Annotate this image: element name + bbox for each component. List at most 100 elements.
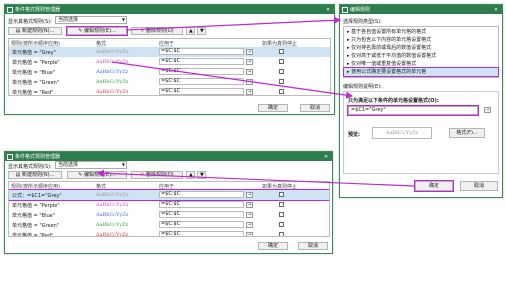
stop-if-true-checkbox[interactable] (279, 222, 284, 227)
applies-to-field[interactable]: =$C:$C (159, 48, 244, 55)
title-bar[interactable]: 编辑规则 ✕ (340, 5, 502, 14)
table-row[interactable]: 单元格值 = "Perple" AaBbCcYyZz =$C:$C ⬏ (9, 57, 330, 67)
applies-to-field[interactable]: =$C:$C (159, 88, 244, 95)
table-row[interactable]: 单元格值 = "Blue" AaBbCcYyZz =$C:$C ⬏ (9, 67, 330, 77)
arrow-up-icon: ▲ (189, 172, 193, 178)
rule-cell: 单元格值 = "Red" (12, 233, 54, 237)
format-sample: AaBbCcYyZz (96, 59, 129, 65)
format-sample: AaBbCcYyZz (96, 212, 129, 218)
stop-if-true-checkbox[interactable] (279, 202, 284, 207)
rule-type-item[interactable]: ▸ 仅对高于或低于平均值的数值设置格式 (344, 52, 498, 60)
stop-if-true-checkbox[interactable] (279, 49, 284, 54)
range-picker-icon[interactable]: ⬏ (246, 192, 253, 198)
applies-to-field[interactable]: =$C:$C (159, 221, 244, 228)
col-format-header: 格式 (96, 184, 107, 190)
range-picker-icon[interactable]: ⬏ (246, 222, 253, 228)
move-up-button[interactable]: ▲ (186, 27, 195, 35)
stop-if-true-checkbox[interactable] (279, 212, 284, 217)
formula-input[interactable]: =$C1="Grey" (347, 105, 479, 116)
table-row[interactable]: 单元格值 = "Grey" AaBbCcYyZz =$C:$C ⬏ (9, 47, 330, 57)
applies-to-field[interactable]: =$C:$C (159, 58, 244, 65)
move-up-button[interactable]: ▲ (186, 171, 195, 179)
close-icon[interactable]: ✕ (322, 154, 330, 160)
show-rules-value: 当前选择 (58, 17, 79, 23)
stop-if-true-checkbox[interactable] (279, 69, 284, 74)
rules-rows: 单元格值 = "Grey" AaBbCcYyZz =$C:$C ⬏ 单元格值 = "Pe… (9, 47, 330, 95)
rule-type-item[interactable]: ▸ 基于各自值设置所有单元格的格式 (344, 28, 498, 36)
close-icon[interactable]: ✕ (324, 7, 332, 13)
delete-rule-button[interactable]: ✕ 删除规则(D) (131, 171, 183, 179)
col-applies-header: 应用于 (159, 41, 175, 47)
range-picker-icon[interactable]: ⬏ (246, 79, 253, 85)
applies-to-field[interactable]: =$C:$C (159, 191, 244, 198)
title-bar[interactable]: 条件格式规则管理器 ✕ (5, 152, 332, 161)
rule-cell: 单元格值 = "Perple" (12, 203, 60, 209)
delete-rule-button[interactable]: ✕ 删除规则(D) (131, 27, 183, 35)
col-stop-header: 如果为真则停止 (262, 41, 298, 47)
applies-to-field[interactable]: =$C:$C (159, 231, 244, 236)
rules-rows: 公式：=$C1="Grey" AaBbCcYyZz =$C:$C ⬏ 单元格值 = "P… (9, 189, 329, 237)
format-sample: AaBbCcYyZz (96, 49, 129, 55)
rule-type-item[interactable]: ▸ 只为包含以下内容的单元格设置格式 (344, 36, 498, 44)
dialog-title: 编辑规则 (350, 7, 371, 13)
range-picker-icon[interactable]: ⬏ (246, 202, 253, 208)
rule-cell: 单元格值 = "Green" (12, 223, 60, 229)
applies-to-field[interactable]: =$C:$C (159, 211, 244, 218)
format-button[interactable]: 格式(F)... (449, 128, 485, 138)
edit-rule-button[interactable]: ✎ 编辑规则(E)... (67, 171, 127, 179)
show-rules-select[interactable]: 当前选择 ▼ (55, 16, 127, 24)
range-picker-icon[interactable]: ⬏ (246, 69, 253, 75)
table-row[interactable]: 单元格值 = "Red" AaBbCcYyZz =$C:$C ⬏ (9, 230, 329, 237)
app-icon (342, 6, 348, 13)
stop-if-true-checkbox[interactable] (279, 79, 284, 84)
range-picker-icon[interactable]: ⬏ (246, 89, 253, 95)
stop-if-true-checkbox[interactable] (279, 232, 284, 236)
rule-type-item[interactable]: ▸ 仅对排名靠前或靠后的数值设置格式 (344, 44, 498, 52)
close-icon[interactable]: ✕ (492, 7, 500, 13)
rules-table: 规则(按所示顺序应用) 格式 应用于 如果为真则停止 公式：=$C1="Grey… (8, 181, 330, 237)
edit-rule-button[interactable]: ✎ 编辑规则(E)... (66, 26, 128, 36)
format-sample: AaBbCcYyZz (96, 222, 129, 228)
new-rule-button[interactable]: ▤ 新建规则(N)... (8, 27, 62, 35)
ok-button[interactable]: 确定 (258, 242, 288, 250)
rule-type-item[interactable]: ▸ 仅对唯一值或重复值设置格式 (344, 60, 498, 68)
applies-to-field[interactable]: =$C:$C (159, 78, 244, 85)
delete-rule-label: 删除规则(D) (146, 28, 174, 34)
cancel-button[interactable]: 取消 (460, 181, 498, 191)
show-rules-select[interactable]: 当前选择 ▼ (55, 161, 127, 169)
cancel-button[interactable]: 取消 (298, 242, 328, 250)
table-row[interactable]: 单元格值 = "Green" AaBbCcYyZz =$C:$C ⬏ (9, 220, 329, 230)
stop-if-true-checkbox[interactable] (279, 59, 284, 64)
move-down-button[interactable]: ▼ (197, 171, 206, 179)
applies-to-field[interactable]: =$C:$C (159, 201, 244, 208)
show-rules-value: 当前选择 (58, 162, 79, 168)
cancel-button[interactable]: 取消 (300, 104, 330, 112)
rules-manager-window-1: 条件格式规则管理器 ✕ 显示其格式规则(S): 当前选择 ▼ ▤ 新建规则(N)… (4, 4, 335, 115)
window-title: 条件格式规则管理器 (15, 7, 61, 13)
table-row[interactable]: 单元格值 = "Red" AaBbCcYyZz =$C:$C ⬏ (9, 87, 330, 95)
stop-if-true-checkbox[interactable] (279, 89, 284, 94)
ok-button[interactable]: 确定 (258, 104, 288, 112)
range-picker-icon[interactable]: ⬏ (246, 59, 253, 65)
rule-cell: 单元格值 = "Blue" (12, 70, 56, 76)
chevron-down-icon: ▼ (121, 17, 125, 22)
rule-cell: 单元格值 = "Blue" (12, 213, 56, 219)
move-down-button[interactable]: ▼ (197, 27, 206, 35)
preview-sample: AaBbCcYyZz (385, 130, 419, 136)
range-picker-icon[interactable]: ⬏ (246, 212, 253, 218)
rule-type-item[interactable]: ▸ 使用公式确定要设置格式的单元格 (343, 67, 499, 77)
table-row[interactable]: 单元格值 = "Perple" AaBbCcYyZz =$C:$C ⬏ (9, 200, 329, 210)
applies-to-field[interactable]: =$C:$C (159, 68, 244, 75)
range-picker-icon[interactable]: ⬏ (246, 232, 253, 236)
table-row[interactable]: 单元格值 = "Green" AaBbCcYyZz =$C:$C ⬏ (9, 77, 330, 87)
table-row[interactable]: 公式：=$C1="Grey" AaBbCcYyZz =$C:$C ⬏ (9, 189, 329, 201)
new-rule-button[interactable]: ▤ 新建规则(N)... (8, 171, 62, 179)
col-format-header: 格式 (96, 41, 107, 47)
range-picker-icon[interactable]: ⬏ (484, 107, 491, 113)
table-row[interactable]: 单元格值 = "Blue" AaBbCcYyZz =$C:$C ⬏ (9, 210, 329, 220)
range-picker-icon[interactable]: ⬏ (246, 49, 253, 55)
title-bar[interactable]: 条件格式规则管理器 ✕ (5, 5, 334, 14)
delete-rule-label: 删除规则(D) (146, 172, 174, 178)
ok-button[interactable]: 确定 (414, 180, 454, 192)
stop-if-true-checkbox[interactable] (279, 192, 284, 197)
